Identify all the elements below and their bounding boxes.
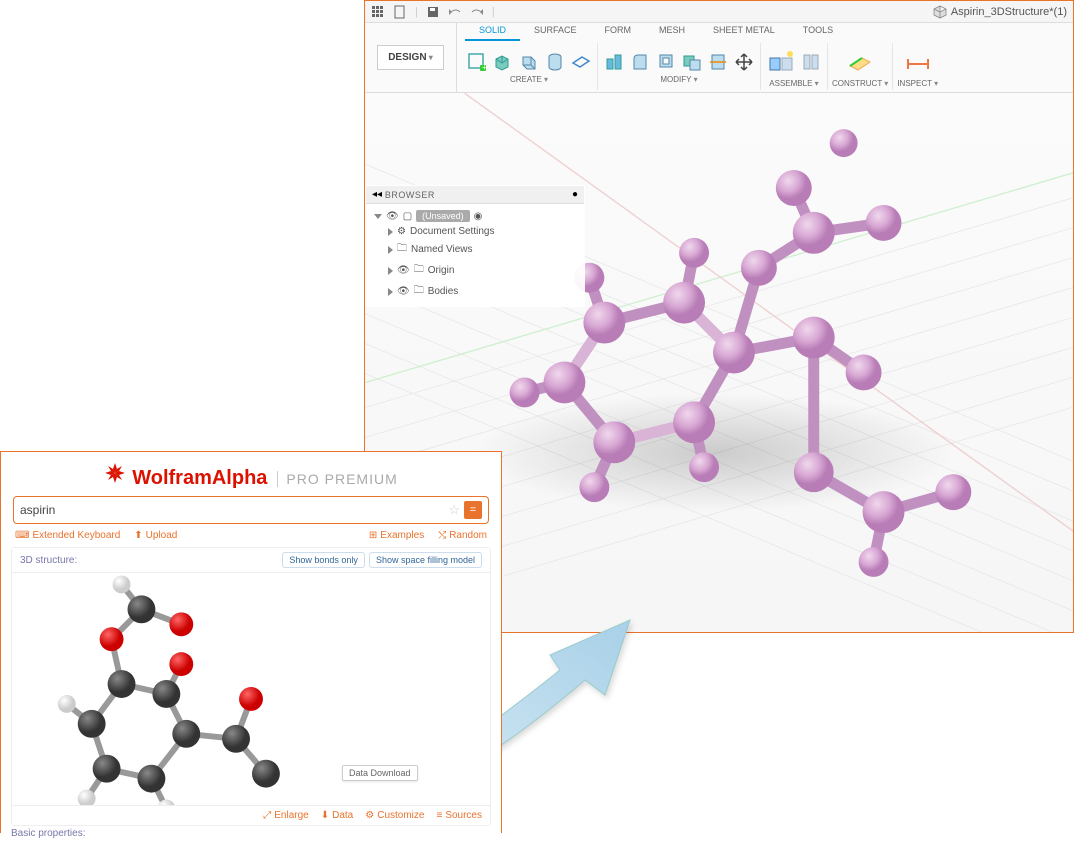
tab-sheet-metal[interactable]: SHEET METAL <box>699 23 789 41</box>
browser-title: BROWSER <box>385 190 435 200</box>
query-field[interactable] <box>20 503 448 517</box>
wa-tier: PRO PREMIUM <box>277 471 397 487</box>
tab-mesh[interactable]: MESH <box>645 23 699 41</box>
folder-icon: 🗀 <box>397 241 407 258</box>
assemble-group-label[interactable]: ASSEMBLE <box>769 79 818 88</box>
sources-link[interactable]: ≡Sources <box>436 810 482 821</box>
show-space-filling-button[interactable]: Show space filling model <box>369 552 482 568</box>
split-icon[interactable] <box>706 50 730 74</box>
file-icon[interactable] <box>393 5 407 19</box>
svg-text:+: + <box>482 63 487 72</box>
shuffle-icon: ⤭ <box>438 530 446 541</box>
ribbon: DESIGN SOLID SURFACE FORM MESH SHEET MET… <box>365 23 1073 93</box>
random-link[interactable]: ⤭Random <box>438 530 487 541</box>
cylinder-icon[interactable] <box>543 50 567 74</box>
section-title: 3D structure: <box>20 555 77 566</box>
design-workspace-button[interactable]: DESIGN <box>377 45 444 70</box>
tab-form[interactable]: FORM <box>591 23 646 41</box>
shell-icon[interactable] <box>654 50 678 74</box>
browser-panel: ◂◂ BROWSER ● 👁 ▢ (Unsaved) ◉ ⚙Document S… <box>365 185 585 307</box>
enlarge-link[interactable]: ⤢Enlarge <box>263 810 308 821</box>
tree-item-origin[interactable]: 👁🗀Origin <box>366 260 584 281</box>
gear-icon: ⚙ <box>397 226 406 237</box>
wolfram-card: WolframAlpha PRO PREMIUM ☆ = ⌨Extended K… <box>0 451 502 833</box>
plane-icon[interactable] <box>569 50 593 74</box>
wa-logo: WolframAlpha PRO PREMIUM <box>1 452 501 496</box>
cube-icon <box>933 5 947 19</box>
joint-icon[interactable] <box>799 50 823 74</box>
folder-icon: 🗀 <box>414 283 424 300</box>
construct-icon[interactable] <box>844 46 876 78</box>
data-download-tooltip: Data Download <box>342 765 418 781</box>
inspect-icon[interactable] <box>902 46 934 78</box>
wa-molecule-view[interactable]: Data Download <box>12 573 490 805</box>
document-title: Aspirin_3DStructure*(1) <box>951 6 1067 18</box>
enlarge-icon: ⤢ <box>263 810 271 821</box>
titlebar: | | Aspirin_3DStructure*(1) <box>365 1 1073 23</box>
star-icon[interactable]: ☆ <box>448 502 460 518</box>
tab-tools[interactable]: TOOLS <box>789 23 847 41</box>
compute-button[interactable]: = <box>464 501 482 519</box>
upload-icon: ⬆ <box>134 530 142 541</box>
presspull-icon[interactable] <box>602 50 626 74</box>
folder-icon: 🗀 <box>414 262 424 279</box>
pin-icon[interactable]: ● <box>572 189 578 200</box>
collapse-icon[interactable]: ◂◂ <box>372 189 382 200</box>
data-link[interactable]: ⬇Data <box>321 810 354 821</box>
show-bonds-button[interactable]: Show bonds only <box>282 552 365 568</box>
tree-root[interactable]: 👁 ▢ (Unsaved) ◉ <box>366 208 584 224</box>
construct-group-label[interactable]: CONSTRUCT <box>832 79 888 88</box>
grid-menu-icon[interactable] <box>371 5 385 19</box>
wa-brand: WolframAlpha <box>132 467 267 490</box>
move-icon[interactable] <box>732 50 756 74</box>
extrude-icon[interactable] <box>491 50 515 74</box>
box-icon[interactable] <box>517 50 541 74</box>
create-group-label[interactable]: CREATE <box>510 75 548 84</box>
wrench-icon: ⚙ <box>365 810 374 821</box>
combine-icon[interactable] <box>680 50 704 74</box>
upload-link[interactable]: ⬆Upload <box>134 530 177 541</box>
fillet-icon[interactable] <box>628 50 652 74</box>
modify-group-label[interactable]: MODIFY <box>660 75 697 84</box>
save-icon[interactable] <box>426 5 440 19</box>
undo-icon[interactable] <box>448 5 462 19</box>
wa-search-input[interactable]: ☆ = <box>13 496 489 524</box>
list-icon: ≡ <box>436 810 442 821</box>
eye-icon[interactable]: 👁 <box>397 286 410 297</box>
grid-icon: ⊞ <box>369 530 377 541</box>
tree-item-namedviews[interactable]: 🗀Named Views <box>366 239 584 260</box>
sketch-icon[interactable]: + <box>465 50 489 74</box>
radio-icon[interactable]: ◉ <box>474 211 483 222</box>
extended-keyboard-link[interactable]: ⌨Extended Keyboard <box>15 530 120 541</box>
tab-surface[interactable]: SURFACE <box>520 23 591 41</box>
tree-item-docsettings[interactable]: ⚙Document Settings <box>366 224 584 239</box>
customize-link[interactable]: ⚙Customize <box>365 810 424 821</box>
tab-solid[interactable]: SOLID <box>465 23 520 41</box>
examples-link[interactable]: ⊞Examples <box>369 530 424 541</box>
redo-icon[interactable] <box>470 5 484 19</box>
eye-icon[interactable]: 👁 <box>386 211 399 222</box>
keyboard-icon: ⌨ <box>15 530 29 541</box>
download-icon: ⬇ <box>321 810 329 821</box>
eye-off-icon[interactable]: 👁 <box>397 265 410 276</box>
tree-item-bodies[interactable]: 👁🗀Bodies <box>366 281 584 302</box>
assemble-icon[interactable] <box>765 46 797 78</box>
inspect-group-label[interactable]: INSPECT <box>897 79 938 88</box>
component-icon: ▢ <box>403 211 412 222</box>
wolfram-spikey-icon <box>104 462 126 487</box>
